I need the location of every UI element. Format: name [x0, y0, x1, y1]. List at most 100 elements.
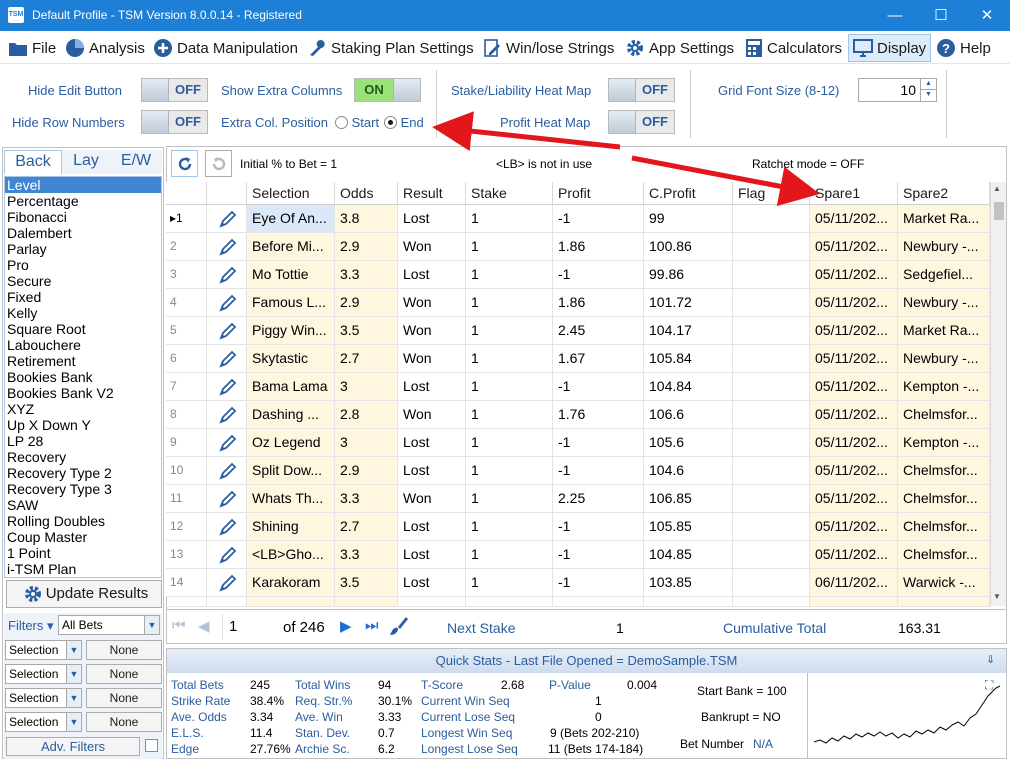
grid-cell[interactable]: 105.84 [644, 345, 733, 373]
menu-winlose-strings[interactable]: Win/lose Strings [478, 34, 618, 62]
radio-end[interactable]: End [384, 115, 424, 130]
heat-profit-toggle[interactable]: OFF [608, 110, 675, 134]
grid-cell[interactable]: 05/11/202... [810, 345, 898, 373]
grid-cell[interactable]: 3.5 [335, 569, 398, 597]
grid-cell[interactable]: Shining [247, 513, 335, 541]
grid-cell[interactable]: 1 [466, 345, 553, 373]
staking-plan-item[interactable]: Up X Down Y [5, 417, 161, 433]
grid-cell[interactable]: Sedgefiel... [898, 261, 990, 289]
staking-plan-item[interactable]: Recovery Type 2 [5, 465, 161, 481]
grid-cell[interactable]: 2.9 [335, 289, 398, 317]
grid-cell[interactable]: Won [398, 401, 466, 429]
grid-cell[interactable]: Won [398, 345, 466, 373]
staking-plan-item[interactable]: i-TSM Plan [5, 561, 161, 577]
grid-cell[interactable]: Market Ra... [898, 205, 990, 233]
grid-cell[interactable]: -1 [553, 205, 644, 233]
filters-dropdown[interactable]: All Bets ▼ [58, 615, 160, 635]
grid-cell[interactable]: Skytastic [247, 345, 335, 373]
filter-field-dropdown[interactable]: Selection ▼ [5, 712, 82, 732]
grid-cell[interactable]: 2.25 [553, 485, 644, 513]
grid-cell[interactable]: 1 [466, 289, 553, 317]
column-header[interactable]: Result [398, 182, 466, 205]
grid-cell[interactable] [733, 373, 810, 401]
table-row[interactable]: 7 Bama Lama 3 Lost 1 -1 104.84 05/11/202... Kemp… [166, 373, 990, 401]
menu-app-settings[interactable]: App Settings [621, 34, 738, 62]
grid-cell[interactable]: 1.86 [553, 289, 644, 317]
staking-plan-item[interactable]: Square Root [5, 321, 161, 337]
table-row[interactable]: 3 Mo Tottie 3.3 Lost 1 -1 99.86 05/11/202... Sed… [166, 261, 990, 289]
grid-cell[interactable]: Chelmsfor... [898, 457, 990, 485]
extra-cols-toggle[interactable]: ON [354, 78, 421, 102]
grid-cell[interactable]: -1 [553, 569, 644, 597]
staking-plan-item[interactable]: Retirement [5, 353, 161, 369]
staking-plan-item[interactable]: LP 28 [5, 433, 161, 449]
menu-help[interactable]: ? Help [932, 34, 995, 62]
edit-pencil-icon[interactable] [207, 485, 247, 513]
spin-down-icon[interactable]: ▼ [920, 90, 936, 101]
grid-cell[interactable]: 1 [466, 569, 553, 597]
filter-field-dropdown[interactable]: Selection ▼ [5, 664, 82, 684]
grid-cell[interactable]: 1 [466, 317, 553, 345]
table-row[interactable]: 10 Split Dow... 2.9 Lost 1 -1 104.6 05/11/202..… [166, 457, 990, 485]
grid-cell[interactable]: 05/11/202... [810, 233, 898, 261]
grid-cell[interactable]: 05/11/202... [810, 205, 898, 233]
grid-cell[interactable]: 106.85 [644, 485, 733, 513]
table-row[interactable]: 13 <LB>Gho... 3.3 Lost 1 -1 104.85 05/11/202...… [166, 541, 990, 569]
grid-cell[interactable]: Won [398, 233, 466, 261]
grid-cell[interactable]: 05/11/202... [810, 261, 898, 289]
grid-cell[interactable]: 06/11/202... [810, 569, 898, 597]
grid-cell[interactable] [733, 429, 810, 457]
grid-cell[interactable]: 3 [335, 429, 398, 457]
table-row[interactable]: 2 Before Mi... 2.9 Won 1 1.86 100.86 05/11/202.… [166, 233, 990, 261]
grid-cell[interactable]: Lost [398, 541, 466, 569]
grid-cell[interactable]: Oz Legend [247, 429, 335, 457]
minimize-icon[interactable]: — [872, 0, 918, 31]
grid-cell[interactable] [733, 345, 810, 373]
grid-cell[interactable] [733, 289, 810, 317]
grid-cell[interactable]: Lost [398, 569, 466, 597]
grid-cell[interactable]: Lost [398, 373, 466, 401]
grid-cell[interactable]: Kempton -... [898, 373, 990, 401]
next-page-icon[interactable]: ▶ [340, 617, 352, 635]
tab-ew[interactable]: E/W [110, 150, 162, 174]
grid-cell[interactable]: Chelmsfor... [898, 401, 990, 429]
grid-cell[interactable]: 1 [466, 261, 553, 289]
grid-cell[interactable]: 1 [466, 373, 553, 401]
grid-cell[interactable]: Piggy Win... [247, 317, 335, 345]
grid-cell[interactable]: 3.3 [335, 261, 398, 289]
grid-cell[interactable]: 3.8 [335, 205, 398, 233]
staking-plan-item[interactable]: XYZ [5, 401, 161, 417]
grid-cell[interactable]: Chelmsfor... [898, 485, 990, 513]
staking-plan-item[interactable]: Rolling Doubles [5, 513, 161, 529]
table-row[interactable]: 6 Skytastic 2.7 Won 1 1.67 105.84 05/11/202... N… [166, 345, 990, 373]
redo-button[interactable] [205, 150, 232, 177]
grid-cell[interactable]: Newbury -... [898, 289, 990, 317]
table-row[interactable]: 9 Oz Legend 3 Lost 1 -1 105.6 05/11/202... Kempt… [166, 429, 990, 457]
maximize-icon[interactable]: ☐ [918, 0, 964, 31]
grid-cell[interactable]: Newbury -... [898, 345, 990, 373]
grid-cell[interactable]: Lost [398, 205, 466, 233]
menu-data-manipulation[interactable]: Data Manipulation [149, 34, 302, 62]
grid-cell[interactable] [733, 317, 810, 345]
grid-cell[interactable]: 1 [466, 205, 553, 233]
grid-cell[interactable]: Won [398, 289, 466, 317]
grid-cell[interactable]: 1 [466, 541, 553, 569]
grid-cell[interactable]: 1.76 [553, 401, 644, 429]
grid-cell[interactable] [733, 541, 810, 569]
quick-stats-header[interactable]: Quick Stats - Last File Opened = DemoSam… [167, 649, 1006, 673]
menu-analysis[interactable]: Analysis [61, 34, 149, 62]
grid-cell[interactable]: 2.45 [553, 317, 644, 345]
grid-cell[interactable]: -1 [553, 513, 644, 541]
staking-plan-item[interactable]: SAW [5, 497, 161, 513]
grid-cell[interactable]: 1 [466, 233, 553, 261]
grid-cell[interactable]: 106.6 [644, 401, 733, 429]
grid-cell[interactable]: Before Mi... [247, 233, 335, 261]
grid-cell[interactable]: 05/11/202... [810, 541, 898, 569]
grid-cell[interactable]: 101.72 [644, 289, 733, 317]
grid-cell[interactable]: 1 [466, 513, 553, 541]
grid-cell[interactable]: 99.86 [644, 261, 733, 289]
edit-pencil-icon[interactable] [207, 373, 247, 401]
brush-icon[interactable] [388, 615, 410, 640]
grid-cell[interactable]: 05/11/202... [810, 289, 898, 317]
grid-scrollbar[interactable]: ▲ ▼ [990, 182, 1006, 606]
